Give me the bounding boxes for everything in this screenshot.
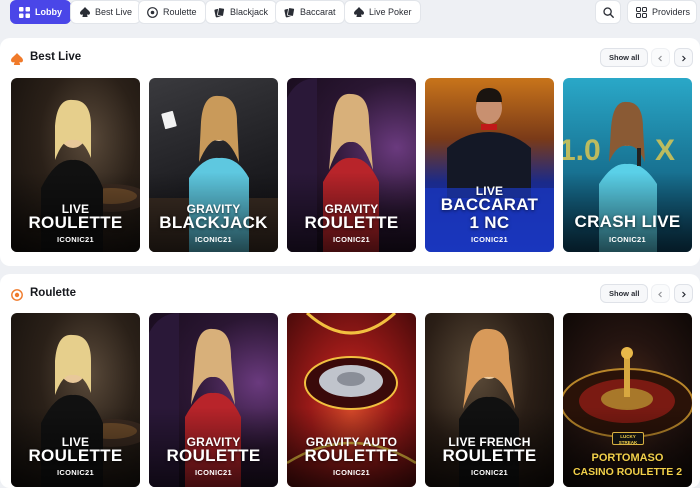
svg-text:X: X [655, 134, 675, 167]
game-card[interactable]: GRAVITY ROULETTE ICONIC21 [287, 78, 416, 252]
section-best-live: Best Live Show all LIVE ROULETTE ICONIC2… [0, 38, 700, 266]
section-roulette: Roulette Show all LIVE ROULETTE ICONIC21 [0, 274, 700, 488]
spade-icon [79, 7, 90, 18]
chevron-left-icon [657, 49, 664, 67]
tab-label: Best Live [95, 7, 133, 17]
section-title: Roulette [30, 287, 76, 299]
game-provider: ICONIC21 [195, 235, 232, 244]
game-card[interactable]: LIVE ROULETTE ICONIC21 [11, 313, 140, 487]
game-title-line2: ROULETTE [304, 213, 399, 232]
cards-icon [284, 6, 295, 18]
game-title-line3: 1 NC [469, 213, 510, 232]
game-provider: ICONIC21 [471, 468, 508, 477]
top-navigation: Lobby Best Live Roulette Blackjack Bacca… [0, 0, 700, 26]
section-header: Best Live Show all [10, 38, 700, 78]
grid-icon [636, 6, 647, 18]
game-card[interactable]: 1.0 X CRASH LIVE ICONIC21 [563, 78, 692, 252]
providers-label: Providers [652, 7, 691, 17]
lucky-streak-logo: LUCKY STREAK [612, 432, 644, 445]
tab-roulette[interactable]: Roulette [138, 0, 206, 24]
game-title-line2: ROULETTE [304, 446, 399, 465]
game-title-line1: PORTOMASO [591, 452, 664, 464]
game-title-line2: ROULETTE [166, 446, 261, 465]
next-arrow-button[interactable] [674, 284, 693, 303]
tab-label: Blackjack [230, 7, 269, 17]
game-title-line2: CRASH LIVE [574, 212, 681, 231]
search-icon [602, 6, 614, 18]
game-title-line2: BACCARAT [440, 195, 539, 214]
game-title-line2: ROULETTE [442, 446, 537, 465]
game-card[interactable]: LUCKY STREAK PORTOMASO CASINO ROULETTE 2 [563, 313, 692, 487]
providers-button[interactable]: Providers [627, 0, 697, 24]
game-card[interactable]: LIVE FRENCH ROULETTE ICONIC21 [425, 313, 554, 487]
game-provider: ICONIC21 [57, 468, 94, 477]
game-provider: ICONIC21 [333, 468, 370, 477]
game-provider: ICONIC21 [333, 235, 370, 244]
show-all-button[interactable]: Show all [600, 284, 649, 303]
game-card[interactable]: LIVE BACCARAT 1 NC ICONIC21 [425, 78, 554, 252]
prev-arrow-button[interactable] [651, 48, 670, 67]
game-card[interactable]: GRAVITY AUTO ROULETTE ICONIC21 [287, 313, 416, 487]
game-title-line2: ROULETTE [28, 446, 123, 465]
tab-lobby[interactable]: Lobby [10, 0, 71, 24]
tab-label: Baccarat [300, 7, 336, 17]
spade-icon [353, 7, 364, 18]
game-provider: ICONIC21 [195, 468, 232, 477]
tab-baccarat[interactable]: Baccarat [275, 0, 345, 24]
game-card[interactable]: GRAVITY ROULETTE ICONIC21 [149, 313, 278, 487]
game-card[interactable]: GRAVITY BLACKJACK ICONIC21 [149, 78, 278, 252]
search-button[interactable] [595, 0, 621, 24]
prev-arrow-button[interactable] [651, 284, 670, 303]
chevron-left-icon [657, 285, 664, 303]
tab-best-live[interactable]: Best Live [70, 0, 142, 24]
tab-label: Live Poker [369, 7, 412, 17]
tab-live-poker[interactable]: Live Poker [344, 0, 421, 24]
tab-blackjack[interactable]: Blackjack [205, 0, 278, 24]
cards-icon [214, 6, 225, 18]
section-title: Best Live [30, 51, 82, 63]
game-provider: ICONIC21 [57, 235, 94, 244]
next-arrow-button[interactable] [674, 48, 693, 67]
game-title-line2: ROULETTE [28, 213, 123, 232]
game-provider: ICONIC21 [609, 235, 646, 244]
grid-icon [19, 6, 30, 18]
roulette-icon [147, 6, 158, 18]
game-provider: ICONIC21 [471, 235, 508, 244]
tab-label: Roulette [163, 7, 197, 17]
chevron-right-icon [680, 49, 687, 67]
svg-text:1.0: 1.0 [563, 134, 601, 167]
show-all-button[interactable]: Show all [600, 48, 649, 67]
game-title-line2: BLACKJACK [159, 213, 268, 232]
roulette-icon [11, 288, 23, 301]
chevron-right-icon [680, 285, 687, 303]
spade-icon [11, 52, 23, 65]
game-title-line2: CASINO ROULETTE 2 [572, 466, 683, 478]
tab-label: Lobby [35, 7, 62, 17]
game-card[interactable]: LIVE ROULETTE ICONIC21 [11, 78, 140, 252]
section-header: Roulette Show all [10, 274, 700, 314]
